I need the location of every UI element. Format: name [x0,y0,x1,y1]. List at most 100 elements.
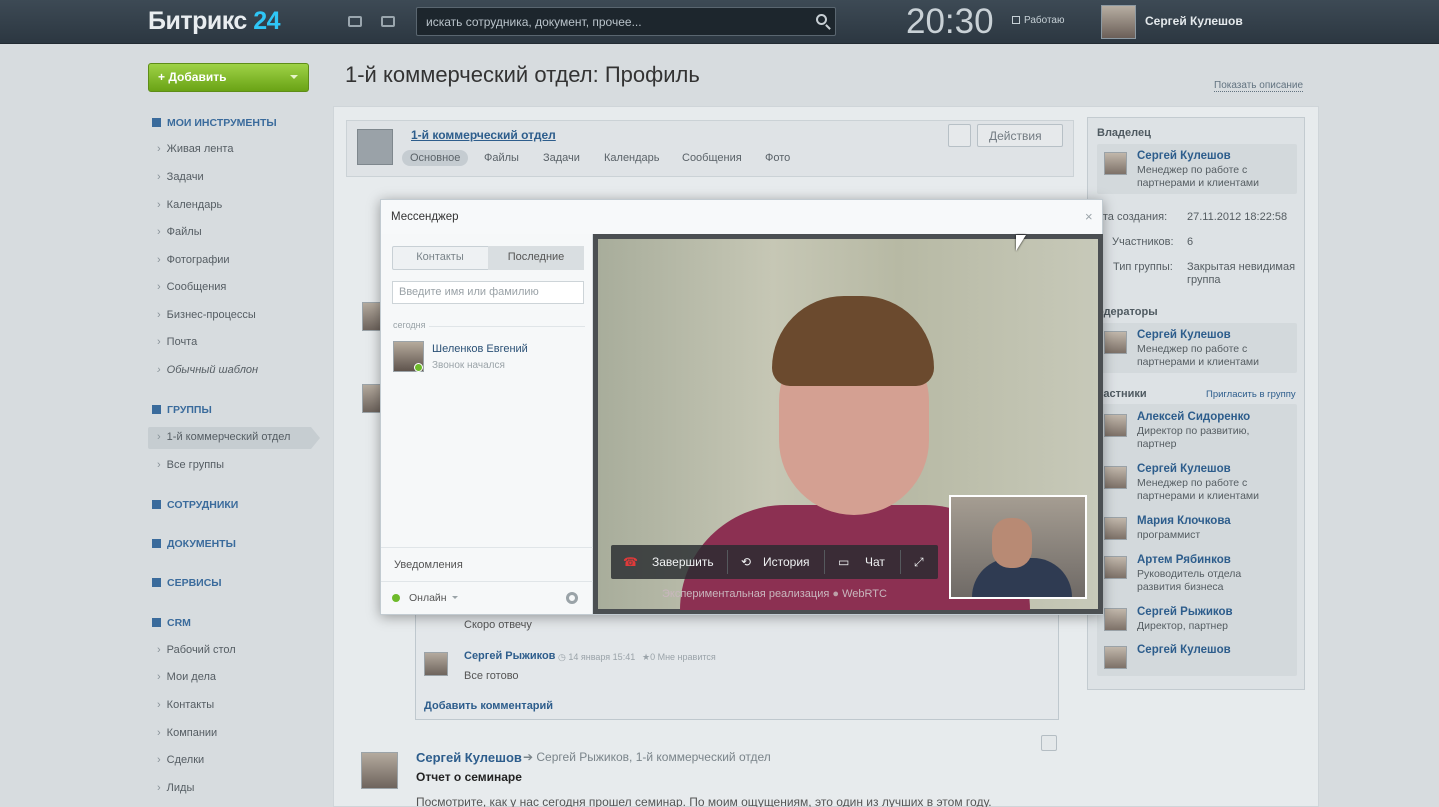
notifications-link[interactable]: Уведомления [394,559,463,571]
owner-name[interactable]: Сергей Кулешов [1137,150,1231,162]
participant-position: Директор по развитию, партнер [1137,425,1250,450]
avatar [1104,414,1127,437]
hangup-icon: ☎ [623,555,638,569]
user-avatar[interactable] [1101,5,1136,39]
group-search-button[interactable] [948,124,971,147]
divider [429,326,585,327]
type-label: Тип группы: [1113,261,1173,273]
sidebar-item-group-1[interactable]: 1-й коммерческий отдел [157,431,291,443]
owner-position: Менеджер по работе с партнерами и клиент… [1137,164,1260,189]
sidebar-item-crm-desk[interactable]: Рабочий стол [157,644,236,656]
owner-heading: Владелец [1097,127,1151,139]
logo[interactable]: Битрикс 24 [148,7,281,36]
post-title: Отчет о семинаре [416,770,522,784]
sidebar-item-crm-deals[interactable]: Сделки [157,754,205,766]
crm-icon [152,618,161,627]
tab-photo[interactable]: Фото [765,152,790,164]
notifications-icon[interactable] [381,16,395,27]
actions-button[interactable]: Действия [977,124,1063,147]
comment-text: Скоро отвечу [464,619,532,631]
sidebar-item-messages[interactable]: Сообщения [157,281,227,293]
participant-position: программист [1137,529,1201,541]
chat-icon: ▭ [838,555,850,569]
sidebar-item-live-feed[interactable]: Живая лента [157,143,234,155]
contact-name[interactable]: Шеленков Евгений [432,343,528,355]
section-groups[interactable]: ГРУППЫ [152,404,212,416]
add-button[interactable]: + Добавить [148,63,309,92]
sidebar-item-calendar[interactable]: Календарь [157,199,223,211]
created-label: ата создания: [1097,211,1168,223]
section-documents[interactable]: ДОКУМЕНТЫ [152,538,236,550]
add-comment-link[interactable]: Добавить комментарий [424,700,553,712]
sidebar-item-crm-leads[interactable]: Лиды [157,782,195,794]
documents-icon [152,539,161,548]
sidebar-item-all-groups[interactable]: Все группы [157,459,224,471]
group-avatar [357,129,393,165]
divider [900,550,901,574]
tab-tasks[interactable]: Задачи [543,152,580,164]
end-call-button[interactable]: Завершить [652,555,714,569]
sidebar-item-files[interactable]: Файлы [157,226,202,238]
messages-icon[interactable] [348,16,362,27]
participant-name[interactable]: Артем Рябинков [1137,554,1231,566]
tab-recent[interactable]: Последние [488,246,584,270]
post-recipients: ➔ Сергей Рыжиков, 1-й коммерческий отдел [523,750,771,764]
section-crm[interactable]: CRM [152,617,191,629]
avatar [361,752,398,789]
participant-name[interactable]: Сергей Кулешов [1137,644,1231,656]
invite-link[interactable]: Пригласить в группу [1206,389,1296,400]
section-employees[interactable]: СОТРУДНИКИ [152,499,238,511]
participant-name[interactable]: Мария Клочкова [1137,515,1231,527]
post-text: Посмотрите, как у нас сегодня прошел сем… [416,795,992,807]
messenger-title: Мессенджер [391,211,459,223]
moderator-name[interactable]: Сергей Кулешов [1137,329,1231,341]
section-my-tools[interactable]: МОИ ИНСТРУМЕНТЫ [152,117,277,129]
tab-messages[interactable]: Сообщения [682,152,742,164]
avatar [1104,331,1127,354]
participant-name[interactable]: Сергей Кулешов [1137,463,1231,475]
divider [727,550,728,574]
post-author[interactable]: Сергей Кулешов [416,750,522,765]
user-name[interactable]: Сергей Кулешов [1145,14,1243,28]
search-icon[interactable] [816,14,827,25]
sidebar-item-crm-companies[interactable]: Компании [157,727,218,739]
sidebar-item-template[interactable]: Обычный шаблон [157,364,258,376]
participant-name[interactable]: Алексей Сидоренко [1137,411,1250,423]
members-label: Участников: [1112,236,1174,248]
tab-calendar[interactable]: Календарь [604,152,660,164]
search-placeholder: искать сотрудника, документ, прочее... [426,15,642,29]
sidebar-item-crm-activities[interactable]: Мои дела [157,671,216,683]
chevron-down-icon [290,75,298,83]
sidebar-item-photos[interactable]: Фотографии [157,254,230,266]
sidebar-item-crm-contacts[interactable]: Контакты [157,699,215,711]
sidebar-item-mail[interactable]: Почта [157,336,198,348]
status-select[interactable]: Онлайн [409,592,458,604]
fullscreen-icon[interactable]: ⤢ [914,555,924,570]
tab-contacts[interactable]: Контакты [392,246,488,270]
chat-button[interactable]: Чат [865,555,885,569]
work-status[interactable]: Работаю [1012,15,1065,26]
tab-main[interactable]: Основное [402,150,469,166]
comment-author[interactable]: Сергей Рыжиков [464,650,555,662]
comment-likes[interactable]: ★0 Мне нравится [642,652,716,663]
date-separator: сегодня [393,320,426,330]
groups-icon [152,405,161,414]
history-button[interactable]: История [763,555,810,569]
avatar [1104,608,1127,631]
tab-files[interactable]: Файлы [484,152,519,164]
close-icon[interactable]: × [1085,209,1093,224]
page-title: 1-й коммерческий отдел: Профиль [345,62,700,87]
sidebar-item-bizproc[interactable]: Бизнес-процессы [157,309,256,321]
participant-name[interactable]: Сергей Рыжиков [1137,606,1233,618]
divider [381,547,593,548]
section-services[interactable]: СЕРВИСЫ [152,577,222,589]
avatar [1104,556,1127,579]
show-description-link[interactable]: Показать описание [1214,80,1304,92]
sidebar-item-tasks[interactable]: Задачи [157,171,204,183]
group-name[interactable]: 1-й коммерческий отдел [411,128,556,142]
gear-icon[interactable] [566,592,578,604]
contact-search-input[interactable]: Введите имя или фамилию [392,281,584,304]
participant-position: Менеджер по работе с партнерами и клиент… [1137,477,1260,502]
collapse-button[interactable] [1041,735,1057,751]
search-input[interactable]: искать сотрудника, документ, прочее... [416,7,836,36]
